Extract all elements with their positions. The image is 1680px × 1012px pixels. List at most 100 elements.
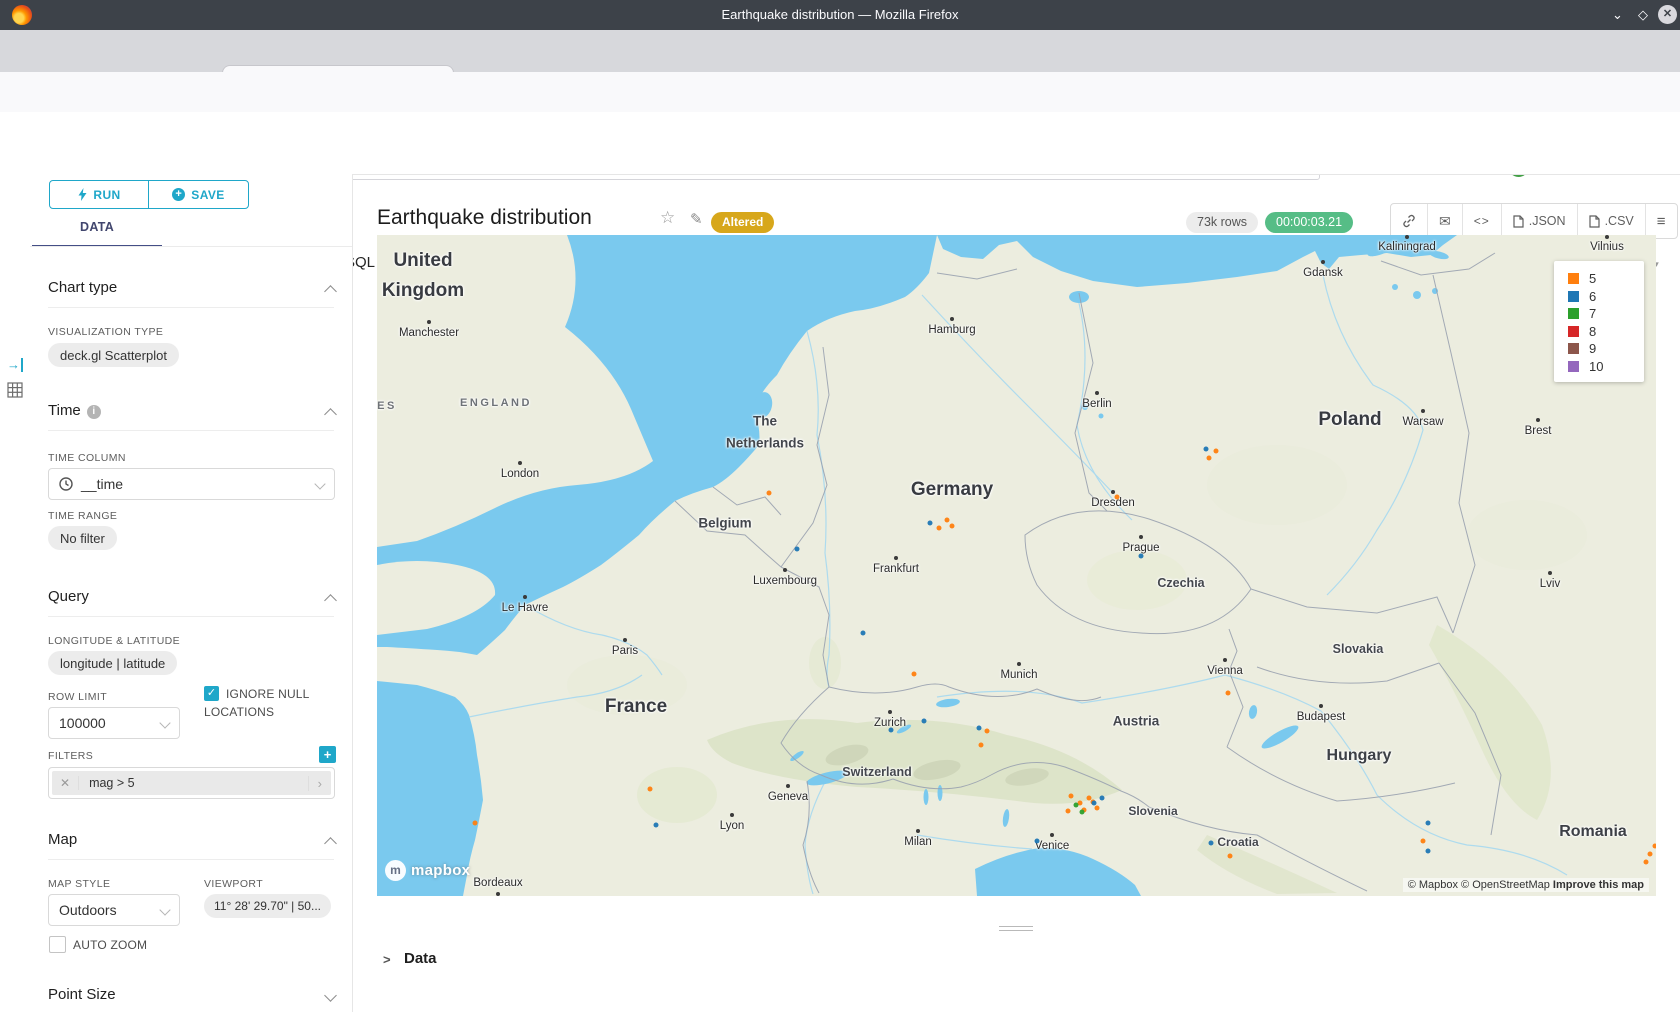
export-csv-button[interactable]: .CSV <box>1578 204 1646 238</box>
map-style-select[interactable]: Outdoors <box>48 894 180 926</box>
earthquake-point <box>1209 841 1214 846</box>
run-button[interactable]: RUN <box>49 180 150 209</box>
time-range-label: TIME RANGE <box>48 510 117 522</box>
close-icon[interactable]: ✕ <box>1658 5 1677 24</box>
earthquake-point <box>1069 794 1074 799</box>
controls-panel: RUN + SAVE DATA Chart type VISUALIZATION… <box>30 174 353 1012</box>
earthquake-point <box>654 823 659 828</box>
file-icon <box>1589 215 1600 228</box>
earthquake-point <box>1080 810 1085 815</box>
earthquake-point <box>950 524 955 529</box>
earthquake-point <box>648 787 653 792</box>
window-titlebar: Earthquake distribution — Mozilla Firefo… <box>0 0 1680 30</box>
bolt-icon <box>78 188 87 201</box>
row-limit-select[interactable]: 100000 <box>48 707 180 739</box>
auto-zoom-checkbox[interactable] <box>49 936 66 953</box>
datasource-grid-icon[interactable] <box>7 382 23 398</box>
viewport-value[interactable]: 11° 28' 29.70" | 50... <box>204 894 331 918</box>
superset-navbar: ∞ Superset Dashboards Charts SQL Lab▾ Da… <box>0 112 1680 175</box>
earthquake-point <box>1139 554 1144 559</box>
legend-item: 8 <box>1568 323 1644 341</box>
app-root: Earthquake distribution — Mozilla Firefo… <box>0 0 1680 1012</box>
edit-properties-icon[interactable]: ✎ <box>690 210 703 228</box>
chevron-up-icon[interactable] <box>324 837 337 850</box>
add-filter-button[interactable]: + <box>319 746 336 763</box>
viewport-label: VIEWPORT <box>204 878 263 890</box>
chart-title: Earthquake distribution <box>377 206 592 230</box>
legend-label: 5 <box>1589 271 1596 286</box>
improve-map-link[interactable]: Improve this map <box>1553 879 1644 891</box>
file-icon <box>1513 215 1524 228</box>
export-json-button[interactable]: .JSON <box>1502 204 1578 238</box>
legend-label: 7 <box>1589 306 1596 321</box>
earthquake-point <box>1092 801 1097 806</box>
earthquake-point <box>912 672 917 677</box>
save-button[interactable]: + SAVE <box>148 180 249 209</box>
ignore-null-checkbox[interactable]: ✓ <box>204 686 219 701</box>
ignore-null-label-2: LOCATIONS <box>204 705 274 719</box>
legend-item: 7 <box>1568 305 1644 323</box>
section-time[interactable]: Timei <box>48 402 101 419</box>
section-map[interactable]: Map <box>48 831 77 848</box>
data-section-toggle[interactable]: Data <box>404 950 437 967</box>
earthquake-point <box>1074 803 1079 808</box>
attribution-text: © Mapbox © OpenStreetMap <box>1408 879 1553 891</box>
chevron-right-icon[interactable]: > <box>383 952 391 967</box>
panel-resize-handle[interactable] <box>999 926 1033 934</box>
filter-value: mag > 5 <box>79 776 135 790</box>
left-icon-rail: → <box>0 174 31 1012</box>
legend-item: 5 <box>1568 270 1644 288</box>
map-legend: 5678910 <box>1554 261 1644 382</box>
legend-label: 8 <box>1589 324 1596 339</box>
copy-link-button[interactable] <box>1391 204 1428 238</box>
embed-code-button[interactable]: <> <box>1463 204 1502 238</box>
legend-label: 6 <box>1589 289 1596 304</box>
legend-swatch <box>1568 326 1579 337</box>
section-point-size[interactable]: Point Size <box>48 986 116 1003</box>
earthquake-point <box>985 729 990 734</box>
chevron-up-icon[interactable] <box>324 594 337 607</box>
lonlat-label: LONGITUDE & LATITUDE <box>48 635 180 647</box>
viz-type-value[interactable]: deck.gl Scatterplot <box>48 343 179 367</box>
more-options-icon[interactable]: ≡ <box>1646 204 1677 238</box>
time-range-value[interactable]: No filter <box>48 526 117 550</box>
envelope-icon: ✉ <box>1439 213 1451 230</box>
minimize-icon[interactable]: ⌄ <box>1612 7 1623 23</box>
earthquake-point <box>795 547 800 552</box>
lonlat-value[interactable]: longitude | latitude <box>48 651 177 675</box>
mapbox-logo[interactable]: m mapbox <box>385 860 470 881</box>
earthquake-point <box>945 518 950 523</box>
chevron-right-icon[interactable]: › <box>308 776 331 791</box>
favorite-star-icon[interactable]: ☆ <box>660 208 675 228</box>
email-button[interactable]: ✉ <box>1428 204 1463 238</box>
chevron-up-icon[interactable] <box>324 285 337 298</box>
earthquake-point <box>1228 854 1233 859</box>
remove-filter-icon[interactable]: ✕ <box>52 776 79 790</box>
earthquake-point <box>1100 796 1105 801</box>
filter-box: ✕ mag > 5 › <box>48 767 335 799</box>
collapse-panel-icon[interactable]: → <box>7 358 23 372</box>
section-query[interactable]: Query <box>48 588 89 605</box>
chevron-down-icon[interactable] <box>324 989 337 1002</box>
divider <box>48 307 334 308</box>
earthquake-point <box>1115 495 1120 500</box>
tab-data[interactable]: DATA <box>80 220 114 234</box>
legend-swatch <box>1568 343 1579 354</box>
maximize-icon[interactable]: ◇ <box>1638 7 1648 23</box>
section-chart-type[interactable]: Chart type <box>48 279 117 296</box>
clock-icon <box>59 477 73 491</box>
earthquake-point <box>767 491 772 496</box>
altered-badge[interactable]: Altered <box>711 212 774 233</box>
earthquake-point <box>1226 691 1231 696</box>
filter-chip[interactable]: ✕ mag > 5 › <box>52 771 331 795</box>
deckgl-map[interactable]: UnitedKingdomManchesterENGLANDESLondonLe… <box>377 235 1656 896</box>
tab-row-border <box>30 246 352 247</box>
map-points <box>377 235 1656 896</box>
auto-zoom-label: AUTO ZOOM <box>73 938 147 952</box>
earthquake-point <box>922 719 927 724</box>
time-column-select[interactable]: __time <box>48 468 335 500</box>
legend-label: 10 <box>1589 359 1603 374</box>
viz-type-label: VISUALIZATION TYPE <box>48 326 163 338</box>
chevron-up-icon[interactable] <box>324 408 337 421</box>
legend-item: 10 <box>1568 358 1644 376</box>
